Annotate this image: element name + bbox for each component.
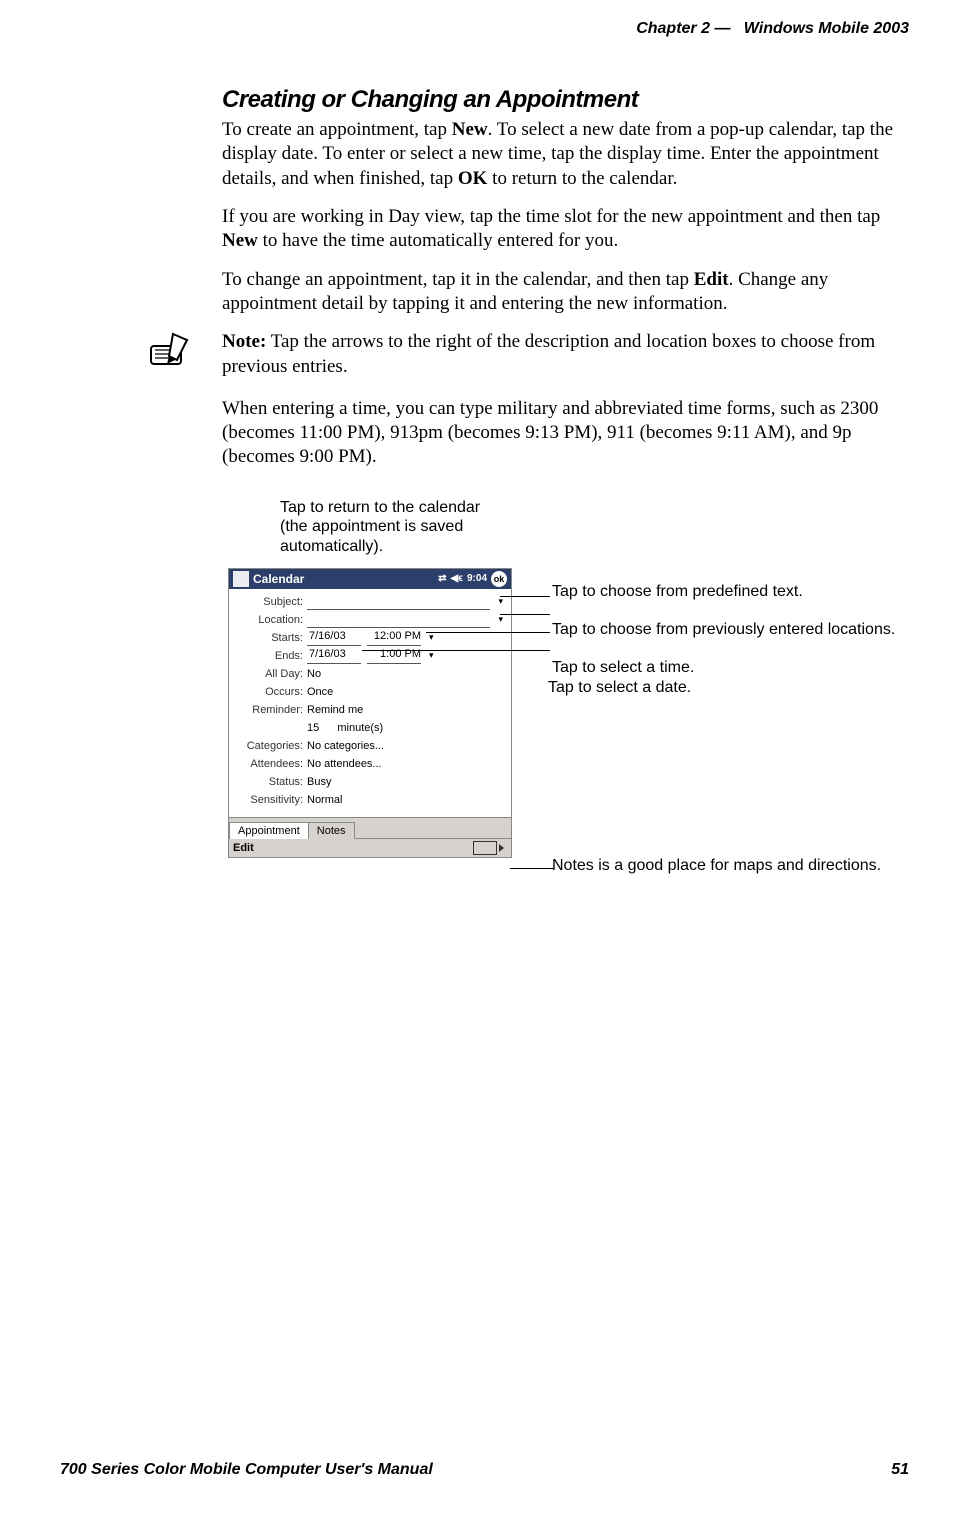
subject-input[interactable]	[307, 594, 490, 610]
sensitivity-label: Sensitivity:	[235, 794, 307, 806]
titlebar: Calendar ⇄ ◀ϵ 9:04 ok	[229, 569, 511, 589]
chevron-down-icon[interactable]: ▾	[496, 596, 505, 607]
section-title: Creating or Changing an Appointment	[222, 86, 902, 114]
chevron-down-icon[interactable]: ▾	[427, 632, 436, 643]
keyboard-icon[interactable]	[473, 841, 497, 855]
chevron-down-icon[interactable]: ▾	[496, 614, 505, 625]
paragraph-4: When entering a time, you can type milit…	[222, 397, 902, 470]
occurs-label: Occurs:	[235, 686, 307, 698]
device-screenshot: Calendar ⇄ ◀ϵ 9:04 ok Subject: ▾ Location…	[228, 568, 512, 858]
app-title: Calendar	[253, 572, 304, 586]
callout-notes: Notes is a good place for maps and direc…	[552, 856, 881, 876]
categories-label: Categories:	[235, 740, 307, 752]
dash: —	[714, 20, 730, 37]
allday-label: All Day:	[235, 668, 307, 680]
location-input[interactable]	[307, 612, 490, 628]
note-block: Note: Tap the arrows to the right of the…	[222, 330, 902, 379]
clock-text: 9:04	[467, 573, 487, 584]
chevron-down-icon[interactable]: ▾	[427, 650, 436, 661]
callout-locations: Tap to choose from previously entered lo…	[552, 620, 895, 640]
leader-line	[500, 596, 550, 597]
reminder-unit[interactable]: minute(s)	[337, 722, 383, 734]
product-name: Windows Mobile 2003	[744, 20, 909, 37]
callout-time: Tap to select a time.	[552, 658, 694, 678]
location-label: Location:	[235, 614, 307, 626]
figure: Tap to return to the calendar (the appoi…	[222, 498, 902, 978]
ends-label: Ends:	[235, 650, 307, 662]
connectivity-icon: ⇄	[438, 573, 446, 584]
reminder-label: Reminder:	[235, 704, 307, 716]
leader-line	[510, 868, 554, 869]
status-label: Status:	[235, 776, 307, 788]
attendees-value[interactable]: No attendees...	[307, 758, 505, 770]
subject-label: Subject:	[235, 596, 307, 608]
footer-manual-title: 700 Series Color Mobile Computer User's …	[60, 1461, 433, 1479]
sensitivity-value[interactable]: Normal	[307, 794, 505, 806]
note-pencil-icon	[147, 330, 207, 375]
callout-top: Tap to return to the calendar (the appoi…	[280, 498, 510, 557]
leader-line	[426, 632, 550, 633]
footer-page-number: 51	[891, 1461, 909, 1479]
running-header: Chapter 2 — Windows Mobile 2003	[110, 20, 909, 38]
tab-appointment[interactable]: Appointment	[229, 822, 309, 839]
categories-value[interactable]: No categories...	[307, 740, 505, 752]
softkey-edit[interactable]: Edit	[233, 842, 254, 854]
allday-value[interactable]: No	[307, 668, 505, 680]
callout-predefined-text: Tap to choose from predefined text.	[552, 582, 803, 602]
paragraph-1: To create an appointment, tap New. To se…	[222, 118, 902, 191]
start-date[interactable]: 7/16/03	[307, 630, 361, 646]
reminder-num[interactable]: 15	[307, 722, 319, 734]
occurs-value[interactable]: Once	[307, 686, 505, 698]
starts-label: Starts:	[235, 632, 307, 644]
volume-icon: ◀ϵ	[451, 573, 463, 584]
start-time[interactable]: 12:00 PM	[367, 630, 421, 646]
status-value[interactable]: Busy	[307, 776, 505, 788]
ok-button[interactable]: ok	[491, 571, 507, 587]
note-text: Note: Tap the arrows to the right of the…	[222, 330, 902, 379]
attendees-label: Attendees:	[235, 758, 307, 770]
page-footer: 700 Series Color Mobile Computer User's …	[60, 1461, 909, 1479]
status-icons: ⇄ ◀ϵ 9:04	[438, 573, 487, 584]
paragraph-3: To change an appointment, tap it in the …	[222, 268, 902, 317]
paragraph-2: If you are working in Day view, tap the …	[222, 205, 902, 254]
chapter-label: Chapter 2	[636, 20, 710, 37]
leader-line	[500, 614, 550, 615]
reminder-value[interactable]: Remind me	[307, 704, 505, 716]
tab-notes[interactable]: Notes	[308, 822, 355, 839]
callout-date: Tap to select a date.	[548, 678, 691, 698]
end-date[interactable]: 7/16/03	[307, 648, 361, 664]
leader-line	[362, 650, 550, 651]
start-icon[interactable]	[233, 571, 249, 587]
